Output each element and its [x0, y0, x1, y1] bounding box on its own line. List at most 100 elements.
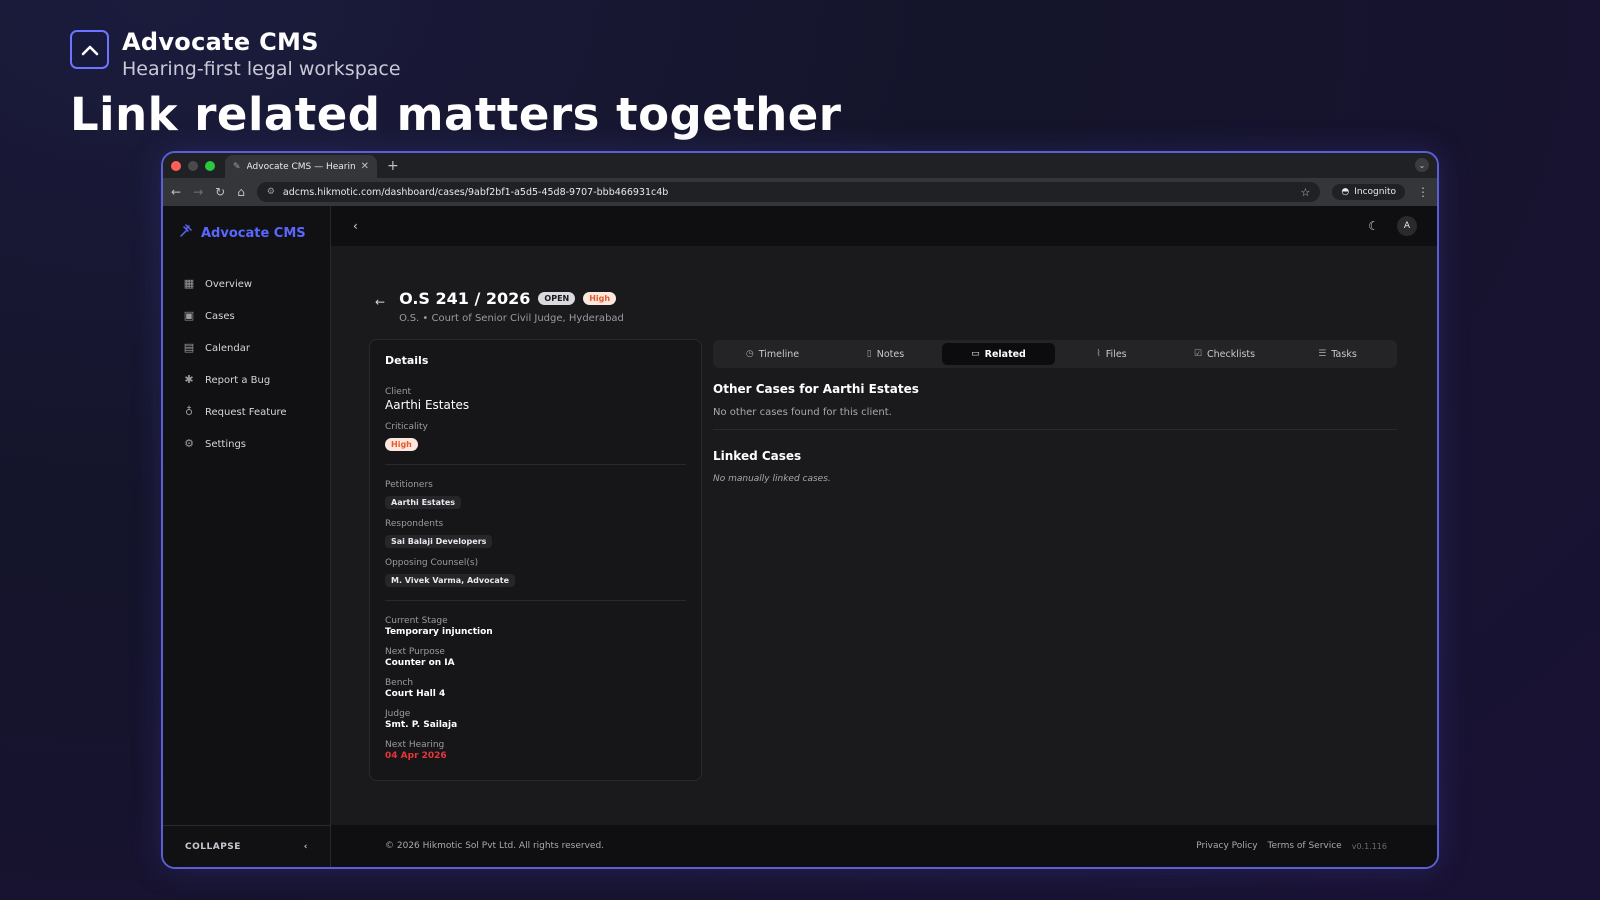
back-arrow-icon[interactable]: ←	[171, 185, 181, 199]
url-field[interactable]: ⚙ adcms.hikmotic.com/dashboard/cases/9ab…	[256, 182, 1321, 202]
judge-value: Smt. P. Sailaja	[385, 720, 458, 730]
incognito-icon: ◓	[1341, 187, 1350, 197]
topbar: ‹ ☾ A	[331, 206, 1437, 246]
sidebar-brand[interactable]: Advocate CMS	[179, 224, 330, 242]
sidebar-nav: ▦ Overview ▣ Cases ▤ Calendar ✱ Report a…	[163, 268, 330, 460]
maximize-window-button[interactable]	[205, 160, 215, 171]
incognito-badge[interactable]: ◓ Incognito	[1332, 184, 1405, 200]
client-label: Client	[385, 387, 412, 397]
opposing-counsel-label: Opposing Counsel(s)	[385, 558, 479, 568]
theme-toggle-moon-icon[interactable]: ☾	[1368, 219, 1379, 233]
home-icon[interactable]: ⌂	[237, 185, 245, 199]
tab-close-icon[interactable]: ✕	[361, 161, 369, 172]
client-value: Aarthi Estates	[385, 398, 470, 412]
back-arrow-icon[interactable]: ←	[375, 295, 385, 309]
tab-label: Timeline	[758, 348, 800, 360]
case-tabs: ◷ Timeline ▯ Notes ▭ Related ⌇ Files ☑ C…	[713, 340, 1397, 368]
gavel-icon	[179, 224, 193, 242]
site-settings-icon[interactable]: ⚙	[267, 187, 275, 197]
reload-icon[interactable]: ↻	[215, 185, 225, 199]
next-purpose-value: Counter on IA	[385, 658, 455, 668]
browser-window: ✎ Advocate CMS — Hearing-Fi ✕ + ⌄ ← → ↻ …	[161, 151, 1439, 869]
sidebar-item-overview[interactable]: ▦ Overview	[163, 268, 330, 300]
new-tab-button[interactable]: +	[387, 158, 399, 174]
avatar[interactable]: A	[1397, 216, 1417, 236]
tab-title: Advocate CMS — Hearing-Fi	[246, 161, 355, 172]
tab-checklists[interactable]: ☑ Checklists	[1168, 343, 1281, 365]
tab-notes[interactable]: ▯ Notes	[829, 343, 942, 365]
checkbox-icon: ☑	[1193, 349, 1202, 359]
divider	[385, 464, 686, 465]
details-card: Details Client Aarthi Estates Criticalit…	[369, 339, 702, 781]
promo-brand: Advocate CMS Hearing-first legal workspa…	[122, 28, 401, 80]
other-cases-heading: Other Cases for Aarthi Estates	[713, 382, 919, 396]
sidebar-item-label: Overview	[205, 278, 253, 290]
case-subtitle: O.S. • Court of Senior Civil Judge, Hyde…	[399, 313, 624, 324]
linked-cases-heading: Linked Cases	[713, 449, 802, 463]
bench-value: Court Hall 4	[385, 689, 446, 699]
details-heading: Details	[385, 354, 429, 367]
collapse-label: COLLAPSE	[185, 841, 241, 852]
document-icon: ▯	[866, 349, 872, 359]
bookmark-star-icon[interactable]: ☆	[1301, 186, 1311, 199]
tab-label: Checklists	[1206, 348, 1256, 360]
sidebar-collapse-button[interactable]: COLLAPSE ‹	[163, 825, 330, 867]
case-header: ← O.S 241 / 2026 OPEN High O.S. • Court …	[375, 289, 624, 324]
main-content: ‹ ☾ A ← O.S 241 / 2026 OPEN High O.S. • …	[331, 206, 1437, 867]
browser-tab[interactable]: ✎ Advocate CMS — Hearing-Fi ✕	[225, 155, 377, 178]
minimize-window-button[interactable]	[188, 160, 198, 171]
tab-label: Tasks	[1331, 348, 1357, 360]
lightbulb-icon: ♁	[184, 405, 194, 418]
sidebar: Advocate CMS ▦ Overview ▣ Cases ▤ Calend…	[163, 206, 331, 867]
respondent-chip: Sai Balaji Developers	[385, 535, 493, 548]
respondents-label: Respondents	[385, 519, 444, 529]
window-controls	[171, 160, 215, 171]
criticality-badge: High	[385, 438, 418, 451]
app-root: Advocate CMS ▦ Overview ▣ Cases ▤ Calend…	[163, 206, 1437, 867]
opposing-counsel-chip: M. Vivek Varma, Advocate	[385, 574, 515, 587]
promo-brand-name: Advocate CMS	[122, 28, 319, 56]
close-window-button[interactable]	[171, 160, 181, 171]
sidebar-item-label: Settings	[205, 438, 247, 450]
forward-arrow-icon[interactable]: →	[193, 185, 203, 199]
gear-icon: ⚙	[184, 437, 194, 450]
divider	[385, 600, 686, 601]
terms-of-service-link[interactable]: Terms of Service	[1268, 841, 1342, 851]
sidebar-item-settings[interactable]: ⚙ Settings	[163, 428, 330, 460]
sidebar-toggle-chevron-icon[interactable]: ‹	[353, 219, 358, 233]
other-cases-empty-text: No other cases found for this client.	[713, 407, 892, 418]
paperclip-icon: ⌇	[1096, 349, 1101, 359]
promo-tagline: Hearing-first legal workspace	[122, 58, 401, 80]
tab-tasks[interactable]: ☰ Tasks	[1281, 343, 1394, 365]
sidebar-item-cases[interactable]: ▣ Cases	[163, 300, 330, 332]
tab-label: Files	[1105, 348, 1127, 360]
privacy-policy-link[interactable]: Privacy Policy	[1196, 841, 1257, 851]
copyright-text: © 2026 Hikmotic Sol Pvt Ltd. All rights …	[385, 841, 605, 851]
folder-icon: ▭	[971, 349, 980, 359]
promo-headline: Link related matters together	[70, 88, 842, 141]
bench-label: Bench	[385, 678, 414, 688]
tab-label: Related	[984, 348, 1026, 360]
priority-badge: High	[583, 292, 617, 305]
sidebar-item-label: Calendar	[205, 342, 250, 354]
tab-timeline[interactable]: ◷ Timeline	[716, 343, 829, 365]
sidebar-item-label: Report a Bug	[205, 374, 271, 386]
chevron-left-icon: ‹	[303, 841, 308, 852]
sidebar-brand-name: Advocate CMS	[201, 225, 306, 241]
petitioner-chip: Aarthi Estates	[385, 496, 462, 509]
app-logo-icon	[70, 30, 109, 69]
url-text: adcms.hikmotic.com/dashboard/cases/9abf2…	[282, 186, 669, 198]
sidebar-item-report-bug[interactable]: ✱ Report a Bug	[163, 364, 330, 396]
tab-files[interactable]: ⌇ Files	[1055, 343, 1168, 365]
sidebar-item-request-feature[interactable]: ♁ Request Feature	[163, 396, 330, 428]
browser-menu-icon[interactable]: ⋮	[1417, 185, 1429, 199]
tab-related[interactable]: ▭ Related	[942, 343, 1055, 365]
footer: © 2026 Hikmotic Sol Pvt Ltd. All rights …	[331, 825, 1437, 867]
tab-favicon-icon: ✎	[233, 161, 241, 172]
tab-search-chevron-icon[interactable]: ⌄	[1415, 158, 1429, 172]
current-stage-label: Current Stage	[385, 616, 448, 626]
linked-cases-empty-text: No manually linked cases.	[713, 474, 831, 484]
sidebar-item-calendar[interactable]: ▤ Calendar	[163, 332, 330, 364]
related-panel: Other Cases for Aarthi Estates No other …	[713, 382, 1397, 484]
briefcase-icon: ▣	[183, 309, 195, 322]
